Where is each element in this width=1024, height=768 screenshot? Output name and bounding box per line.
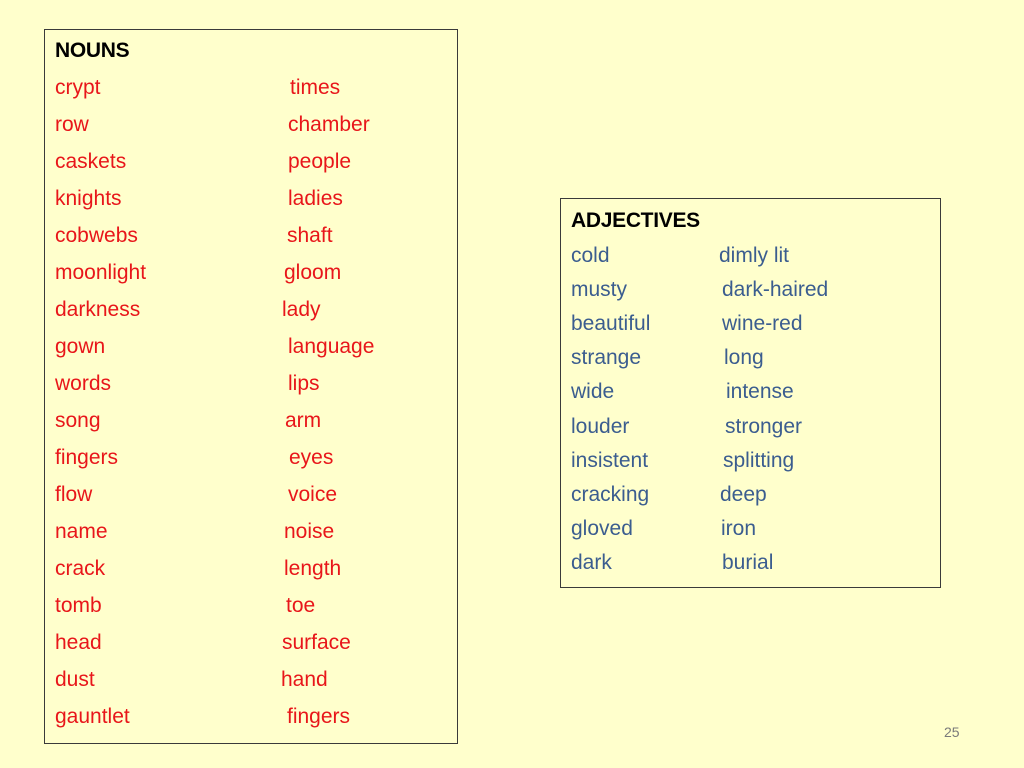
adjective-word: burial <box>722 550 774 574</box>
noun-word: chamber <box>288 113 370 136</box>
noun-word: arm <box>285 409 322 432</box>
noun-word: voice <box>288 483 338 506</box>
adjective-word: cracking <box>571 482 650 506</box>
noun-word: row <box>55 113 89 136</box>
noun-word: caskets <box>55 150 127 173</box>
noun-word: flow <box>55 483 93 506</box>
noun-word: language <box>288 335 375 358</box>
adjective-word: beautiful <box>571 312 651 336</box>
noun-word: people <box>288 150 352 173</box>
noun-word: lips <box>288 372 320 395</box>
noun-word: gown <box>55 335 106 358</box>
noun-word: cobwebs <box>55 224 138 247</box>
adjective-word: wine-red <box>722 312 803 336</box>
noun-word: lady <box>282 298 321 321</box>
nouns-box: NOUNS crypt row caskets knights cobwebs moonl… <box>44 29 458 744</box>
noun-word: head <box>55 631 102 654</box>
adjective-word: insistent <box>571 448 649 472</box>
noun-word: surface <box>282 631 351 654</box>
adjective-word: intense <box>726 380 794 404</box>
noun-word: gauntlet <box>55 705 130 728</box>
noun-word: darkness <box>55 298 141 321</box>
noun-word: moonlight <box>55 261 147 284</box>
adjectives-heading: ADJECTIVES <box>571 209 700 232</box>
noun-word: eyes <box>289 446 334 469</box>
adjective-word: dark-haired <box>722 278 829 302</box>
noun-word: dust <box>55 668 95 691</box>
noun-word: noise <box>284 520 335 543</box>
noun-word: name <box>55 520 108 543</box>
noun-word: words <box>55 372 112 395</box>
adjective-word: iron <box>721 516 757 540</box>
adjective-word: louder <box>571 414 630 438</box>
noun-word: ladies <box>288 187 343 210</box>
adjective-word: deep <box>720 482 767 506</box>
adjective-word: wide <box>571 380 615 404</box>
adjective-word: long <box>724 346 764 370</box>
noun-word: tomb <box>55 594 102 617</box>
adjective-word: musty <box>571 278 628 302</box>
noun-word: knights <box>55 187 122 210</box>
adjectives-box: ADJECTIVES cold musty beautiful strange wide… <box>560 198 941 588</box>
noun-word: shaft <box>287 224 333 247</box>
adjective-word: gloved <box>571 516 633 540</box>
noun-word: hand <box>281 668 328 691</box>
noun-word: gloom <box>284 261 342 284</box>
noun-word: toe <box>286 594 316 617</box>
adjective-word: splitting <box>723 448 795 472</box>
page-number: 25 <box>944 724 960 740</box>
adjective-word: dark <box>571 550 612 574</box>
adjective-word: strange <box>571 346 642 370</box>
noun-word: song <box>55 409 101 432</box>
adjective-word: cold <box>571 244 610 267</box>
adjective-word: stronger <box>725 414 803 438</box>
noun-word: fingers <box>287 705 351 728</box>
adjective-word: dimly lit <box>719 244 790 267</box>
noun-word: length <box>284 557 342 580</box>
noun-word: crypt <box>55 76 101 99</box>
noun-word: times <box>290 76 341 99</box>
noun-word: crack <box>55 557 106 580</box>
noun-word: fingers <box>55 446 119 469</box>
nouns-heading: NOUNS <box>55 39 130 62</box>
